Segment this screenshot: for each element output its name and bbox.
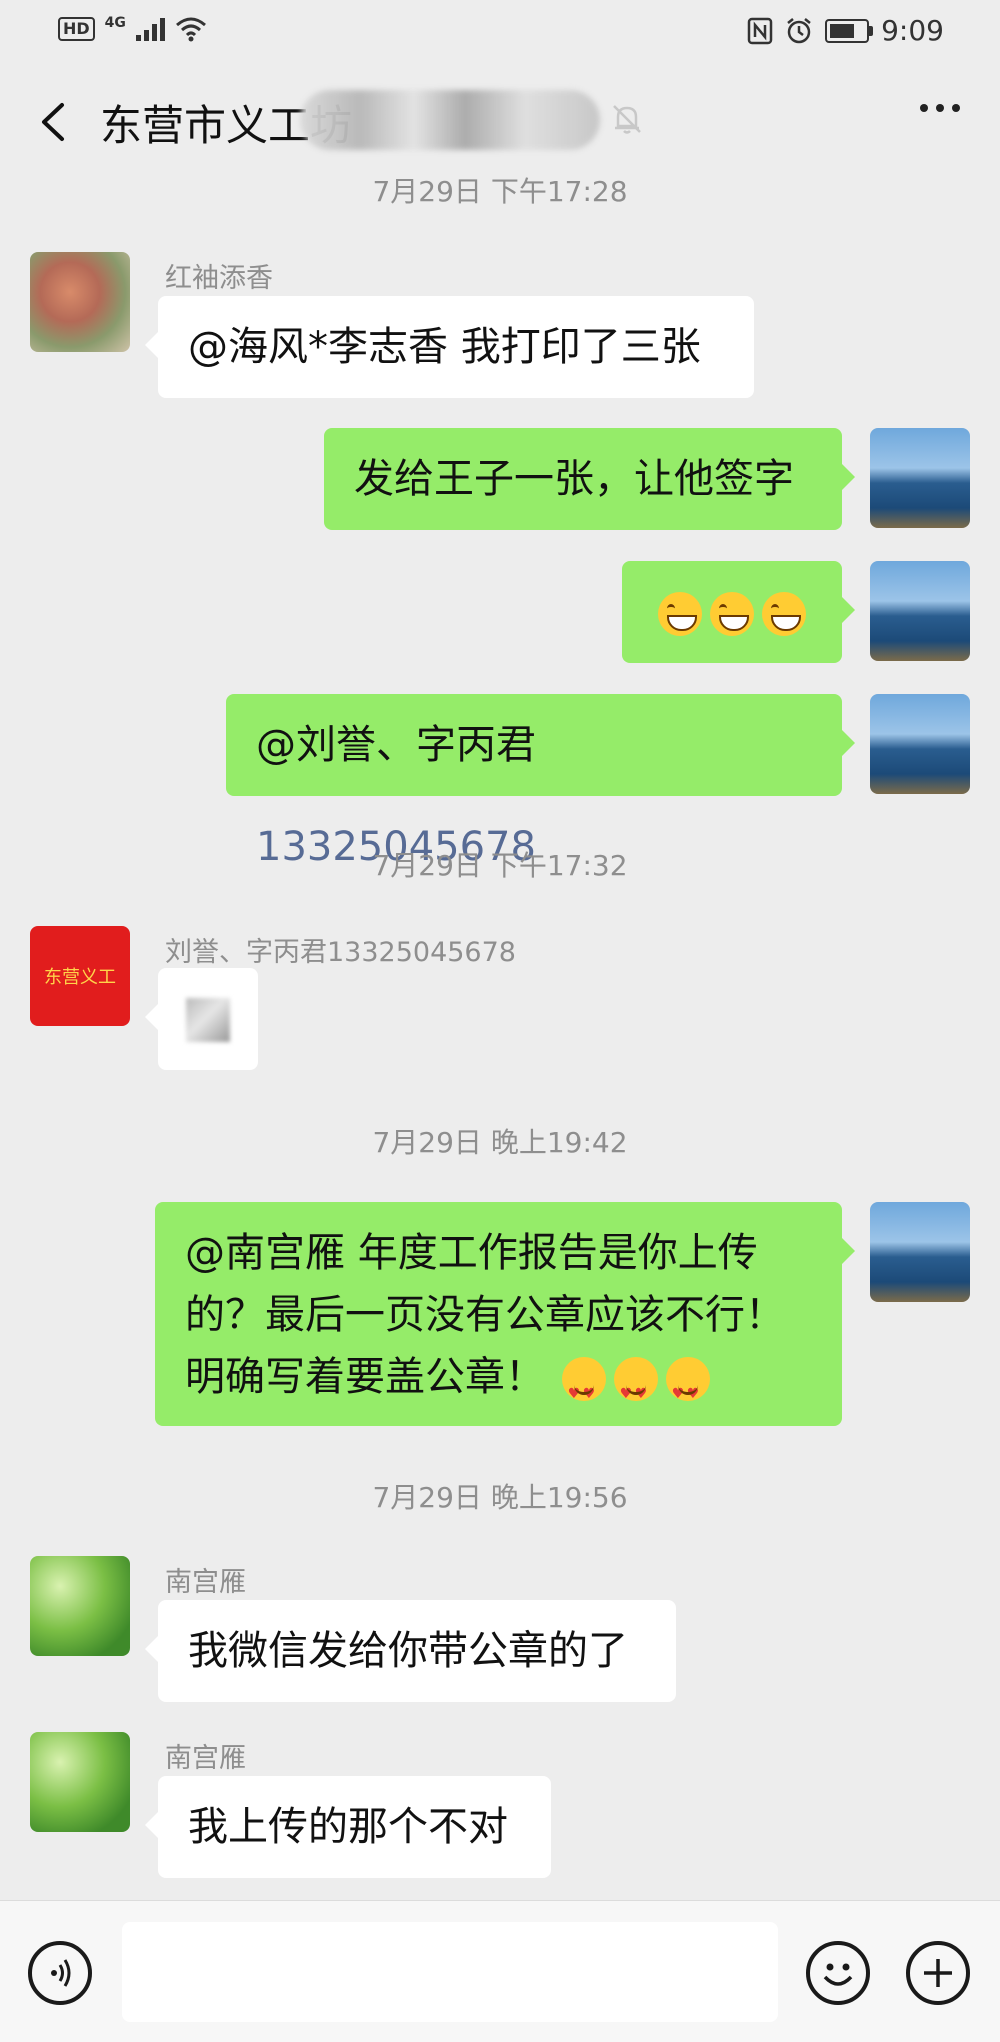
message-input[interactable] [122, 1922, 778, 2022]
message-bubble[interactable]: @南宫雁 年度工作报告是你上传 的？最后一页没有公章应该不行！ 明确写着要盖公章… [155, 1202, 855, 1426]
sender-name: 南宫雁 [165, 1567, 246, 1598]
grin-emoji-icon [658, 592, 702, 636]
redacted-title [300, 90, 600, 150]
message-bubble[interactable]: @刘誉、字丙君 13325045678 [226, 694, 855, 870]
heart-eyes-emoji-icon [561, 1357, 606, 1425]
hd-icon: HD [58, 17, 95, 41]
message-bubble[interactable] [145, 968, 258, 1070]
message-bubble[interactable]: 我上传的那个不对 [145, 1776, 551, 1878]
grin-emoji-icon [710, 592, 754, 636]
message-bubble[interactable] [622, 561, 855, 663]
heart-eyes-emoji-icon [665, 1357, 710, 1425]
more-dots-icon[interactable] [920, 104, 960, 112]
wifi-icon [175, 17, 206, 42]
avatar[interactable] [30, 1732, 130, 1832]
avatar[interactable] [30, 1556, 130, 1656]
status-bar: HD 4G 9:09 [0, 0, 1000, 62]
timestamp: 7月29日 晚上19:42 [372, 1126, 628, 1159]
message-bubble[interactable]: 我微信发给你带公章的了 [145, 1600, 676, 1702]
message-bubble[interactable]: 发给王子一张，让他签字 [324, 428, 855, 530]
my-avatar[interactable] [870, 694, 970, 794]
my-avatar[interactable] [870, 1202, 970, 1302]
input-bar [0, 1900, 1000, 2042]
my-avatar[interactable] [870, 428, 970, 528]
message-bubble[interactable]: @海风*李志香 我打印了三张 [145, 296, 754, 398]
mute-bell-icon [613, 105, 641, 134]
network-type: 4G [104, 15, 126, 31]
redacted-content [186, 998, 230, 1042]
chat-header: 东营市义工坊 [0, 62, 1000, 182]
timestamp: 7月29日 下午17:28 [372, 175, 628, 208]
sender-name: 南宫雁 [165, 1743, 246, 1774]
alarm-icon [787, 17, 811, 43]
grin-emoji-icon [762, 592, 806, 636]
plus-icon[interactable] [906, 1941, 970, 2005]
sender-name: 刘誉、字丙君13325045678 [165, 937, 516, 968]
emoji-icon[interactable] [806, 1941, 870, 2005]
voice-icon[interactable] [28, 1941, 92, 2005]
avatar[interactable]: 东营义工 [30, 926, 130, 1026]
timestamp: 7月29日 下午17:32 [372, 849, 628, 882]
timestamp: 7月29日 晚上19:56 [372, 1481, 628, 1514]
nfc-icon [747, 17, 773, 44]
signal-icon [135, 17, 165, 41]
battery-icon [825, 18, 874, 43]
sender-name: 红袖添香 [165, 263, 273, 294]
heart-eyes-emoji-icon [613, 1357, 658, 1425]
avatar[interactable] [30, 252, 130, 352]
back-arrow-icon[interactable] [30, 97, 80, 147]
clock: 9:09 [881, 14, 944, 47]
my-avatar[interactable] [870, 561, 970, 661]
